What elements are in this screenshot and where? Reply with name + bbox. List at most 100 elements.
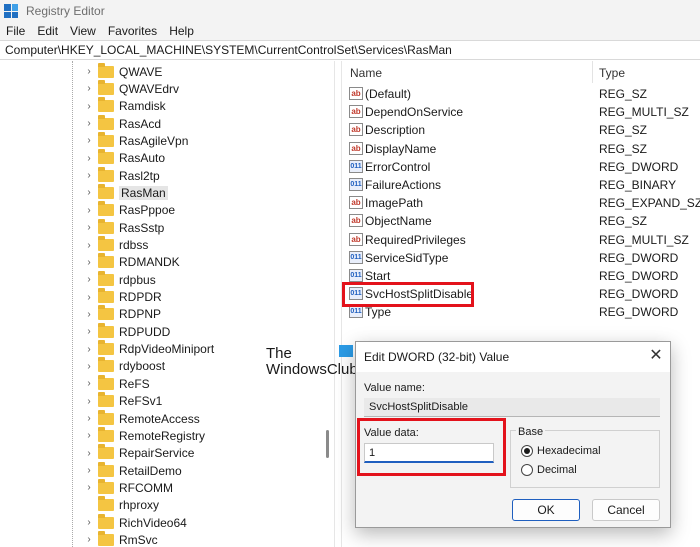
chevron-right-icon[interactable]: ›	[84, 465, 94, 476]
tree-item[interactable]: › RasPppoe	[84, 201, 176, 219]
chevron-right-icon[interactable]: ›	[84, 187, 94, 198]
chevron-right-icon[interactable]: ›	[84, 101, 94, 112]
value-row[interactable]: ab RequiredPrivileges REG_MULTI_SZ	[342, 231, 700, 249]
menu-edit[interactable]: Edit	[31, 24, 64, 38]
tree-item[interactable]: › QWAVE	[84, 62, 162, 80]
column-header-name[interactable]: Name	[350, 66, 382, 80]
tree-item[interactable]: › Rasl2tp	[84, 166, 160, 184]
column-header-type[interactable]: Type	[599, 66, 625, 80]
folder-icon	[98, 97, 114, 113]
value-row[interactable]: 011 ErrorControl REG_DWORD	[342, 158, 700, 176]
tree-item[interactable]: › RDPUDD	[84, 322, 170, 340]
tree-item[interactable]: › RetailDemo	[84, 461, 182, 479]
chevron-right-icon[interactable]: ›	[84, 517, 94, 528]
value-type: REG_SZ	[599, 141, 648, 156]
base-label: Base	[516, 426, 546, 438]
value-row[interactable]: ab Description REG_SZ	[342, 121, 700, 139]
address-bar[interactable]: Computer\HKEY_LOCAL_MACHINE\SYSTEM\Curre…	[0, 40, 700, 60]
value-name: Start	[365, 269, 391, 283]
key-tree[interactable]: › QWAVE › QWAVEdrv › Ramdisk › RasAcd › RasAgileV…	[0, 61, 334, 547]
chevron-right-icon[interactable]: ›	[84, 361, 94, 372]
ok-button[interactable]: OK	[512, 499, 580, 521]
tree-item[interactable]: rhproxy	[84, 496, 159, 514]
tree-item-label: ReFSv1	[119, 394, 163, 409]
chevron-right-icon[interactable]: ›	[84, 534, 94, 545]
tree-item[interactable]: › RmSvc	[84, 530, 158, 547]
value-row[interactable]: ab (Default) REG_SZ	[342, 85, 700, 103]
value-type: REG_EXPAND_SZ	[599, 196, 700, 211]
value-row[interactable]: 011 FailureActions REG_BINARY	[342, 176, 700, 194]
tree-item-label: RasPppoe	[119, 203, 176, 218]
chevron-right-icon[interactable]: ›	[84, 135, 94, 146]
pane-splitter[interactable]	[334, 61, 342, 547]
tree-item-label: RDPDR	[119, 290, 162, 305]
menu-favorites[interactable]: Favorites	[102, 24, 163, 38]
tree-item-label: RasMan	[119, 185, 168, 200]
chevron-right-icon[interactable]: ›	[84, 153, 94, 164]
cancel-button[interactable]: Cancel	[592, 499, 660, 521]
tree-item-label: rdpbus	[119, 272, 156, 287]
tree-item[interactable]: › RasAuto	[84, 149, 165, 167]
chevron-right-icon[interactable]: ›	[84, 274, 94, 285]
chevron-right-icon[interactable]: ›	[84, 118, 94, 129]
chevron-right-icon[interactable]: ›	[84, 309, 94, 320]
tree-item[interactable]: › rdpbus	[84, 270, 156, 288]
chevron-right-icon[interactable]: ›	[84, 378, 94, 389]
chevron-right-icon[interactable]: ›	[84, 413, 94, 424]
tree-item-label: RemoteRegistry	[119, 428, 206, 443]
tree-item[interactable]: › ReFSv1	[84, 392, 163, 410]
chevron-right-icon[interactable]: ›	[84, 66, 94, 77]
hexadecimal-radio[interactable]	[521, 445, 533, 457]
tree-item[interactable]: › rdyboost	[84, 357, 165, 375]
menu-help[interactable]: Help	[163, 24, 200, 38]
folder-icon	[98, 218, 114, 234]
tree-item[interactable]: › RFCOMM	[84, 478, 173, 496]
value-name: ObjectName	[365, 214, 432, 229]
chevron-right-icon[interactable]: ›	[84, 222, 94, 233]
chevron-right-icon[interactable]: ›	[84, 83, 94, 94]
tree-item[interactable]: › RasSstp	[84, 218, 164, 236]
value-row[interactable]: ab ObjectName REG_SZ	[342, 212, 700, 230]
tree-item[interactable]: › ReFS	[84, 374, 150, 392]
chevron-right-icon[interactable]: ›	[84, 257, 94, 268]
close-icon[interactable]: ✕	[646, 346, 666, 366]
chevron-right-icon[interactable]: ›	[84, 240, 94, 251]
value-row[interactable]: ab DisplayName REG_SZ	[342, 140, 700, 158]
menu-file[interactable]: File	[0, 24, 31, 38]
tree-item[interactable]: › RemoteRegistry	[84, 426, 206, 444]
tree-item[interactable]: › RdpVideoMiniport	[84, 340, 214, 358]
tree-item[interactable]: › Ramdisk	[84, 97, 166, 115]
tree-item[interactable]: › RDPDR	[84, 288, 162, 306]
chevron-right-icon[interactable]: ›	[84, 482, 94, 493]
value-type: REG_DWORD	[599, 287, 679, 302]
chevron-right-icon[interactable]: ›	[84, 430, 94, 441]
value-row[interactable]: ab DependOnService REG_MULTI_SZ	[342, 103, 700, 121]
menu-view[interactable]: View	[64, 24, 102, 38]
tree-item[interactable]: › RichVideo64	[84, 513, 187, 531]
hexadecimal-label[interactable]: Hexadecimal	[537, 445, 601, 457]
tree-item[interactable]: › QWAVEdrv	[84, 79, 179, 97]
tree-item[interactable]: › RasAgileVpn	[84, 131, 188, 149]
value-row[interactable]: ab ImagePath REG_EXPAND_SZ	[342, 194, 700, 212]
chevron-right-icon[interactable]: ›	[84, 292, 94, 303]
chevron-right-icon[interactable]: ›	[84, 326, 94, 337]
tree-item[interactable]: › RepairService	[84, 444, 194, 462]
tree-item[interactable]: › RasMan	[84, 183, 168, 201]
tree-scrollbar-thumb[interactable]	[326, 430, 329, 458]
value-name-label: Value name:	[364, 382, 425, 394]
value-type: REG_BINARY	[599, 178, 677, 192]
tree-item[interactable]: › RemoteAccess	[84, 409, 200, 427]
column-divider[interactable]	[592, 61, 593, 83]
decimal-radio[interactable]	[521, 464, 533, 476]
tree-item[interactable]: › RDPNP	[84, 305, 161, 323]
chevron-right-icon[interactable]: ›	[84, 170, 94, 181]
chevron-right-icon[interactable]: ›	[84, 344, 94, 355]
tree-item[interactable]: › RDMANDK	[84, 253, 180, 271]
chevron-right-icon[interactable]: ›	[84, 448, 94, 459]
value-row[interactable]: 011 ServiceSidType REG_DWORD	[342, 249, 700, 267]
chevron-right-icon[interactable]: ›	[84, 396, 94, 407]
tree-item[interactable]: › RasAcd	[84, 114, 161, 132]
chevron-right-icon[interactable]: ›	[84, 205, 94, 216]
tree-item[interactable]: › rdbss	[84, 236, 148, 254]
decimal-label[interactable]: Decimal	[537, 464, 577, 476]
